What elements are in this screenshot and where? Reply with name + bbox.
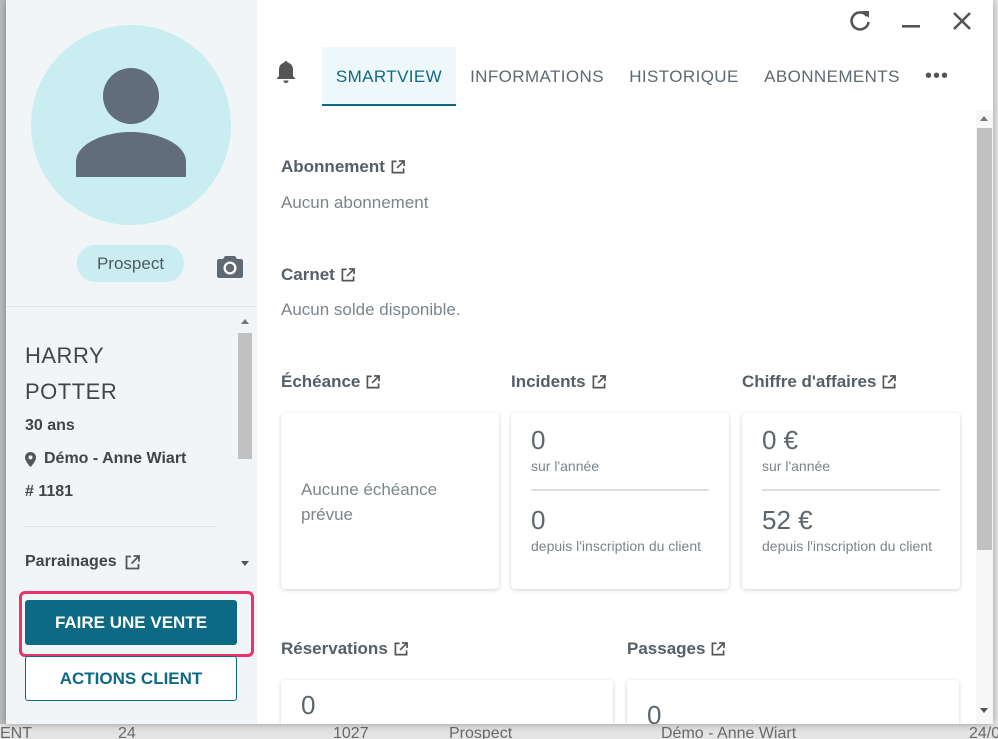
carnet-text: Aucun solde disponible. [281,300,461,319]
passages-link[interactable]: Passages [627,639,726,659]
client-actions-button[interactable]: ACTIONS CLIENT [25,656,237,701]
ca-total-value: 52 € [762,505,813,535]
echeance-link[interactable]: Échéance [281,372,381,392]
reservations-link[interactable]: Réservations [281,639,408,659]
section-title: Échéance [281,372,361,391]
main-scrollbar[interactable] [976,110,993,724]
tab-historique[interactable]: HISTORIQUE [622,47,746,106]
ca-year-label: sur l'année [762,458,831,474]
client-first-name: HARRY [25,343,105,368]
section-title: Abonnement [281,157,385,176]
scroll-down-icon[interactable] [980,708,988,713]
divider [531,489,709,491]
client-sidebar: Prospect HARRY POTTER 30 ans Démo - Anne… [6,0,257,724]
user-icon [76,68,186,177]
ca-year-value: 0 € [762,425,799,455]
incidents-year-value: 0 [531,425,546,455]
incidents-link[interactable]: Incidents [511,372,606,392]
reservations-value: 0 [301,690,316,720]
section-title: Incidents [511,372,586,391]
location-pin-icon [25,451,36,467]
background-cell: 1027 [333,725,369,739]
incidents-total-label: depuis l'inscription du client [531,538,701,554]
close-icon[interactable] [949,8,975,34]
section-title: Chiffre d'affaires [742,372,877,391]
client-age: 30 ans [25,417,75,434]
external-link-icon [394,642,408,656]
external-link-icon [366,375,381,389]
scroll-thumb[interactable] [238,333,252,459]
minimize-icon[interactable] [898,8,924,34]
avatar[interactable] [31,25,231,225]
external-link-icon [391,160,405,174]
client-location-label: Démo - Anne Wiart [44,450,187,467]
scroll-up-icon[interactable] [980,116,988,121]
external-link-icon [125,554,140,569]
client-info-scroll[interactable]: HARRY POTTER 30 ans Démo - Anne Wiart # … [6,313,257,575]
chiffre-affaires-link[interactable]: Chiffre d'affaires [742,372,897,392]
incidents-year-label: sur l'année [531,458,600,474]
more-tabs-icon[interactable]: ••• [925,65,949,88]
carnet-link[interactable]: Carnet [281,265,355,285]
parrainages-link[interactable]: Parrainages [25,553,140,571]
background-cell: ENT [0,725,32,739]
divider [25,526,216,527]
client-location: Démo - Anne Wiart [25,450,186,468]
refresh-icon[interactable] [847,8,873,34]
client-dialog: Prospect HARRY POTTER 30 ans Démo - Anne… [6,0,993,724]
divider [6,306,257,307]
external-link-icon [341,268,355,282]
section-title: Réservations [281,639,388,658]
background-table-row: ENT 24 1027 Prospect Démo - Anne Wiart 2… [0,724,998,739]
passages-value: 0 [647,700,662,724]
reservations-card: 0 [281,680,613,724]
background-cell: Prospect [449,725,513,739]
client-main-panel: SMARTVIEW INFORMATIONS HISTORIQUE ABONNE… [257,0,993,724]
echeance-empty-text: Aucune échéance prévue [301,480,438,524]
section-title: Passages [627,639,706,658]
camera-icon[interactable] [217,254,243,278]
incidents-card: 0 sur l'année 0 depuis l'inscription du … [511,413,729,589]
bell-icon[interactable] [274,59,298,85]
client-last-name: POTTER [25,379,118,404]
tab-informations[interactable]: INFORMATIONS [462,47,612,106]
background-cell: 24/0 [969,725,998,739]
make-sale-button[interactable]: FAIRE UNE VENTE [25,600,237,645]
background-cell: 24 [118,725,136,739]
external-link-icon [712,642,726,656]
parrainages-label: Parrainages [25,553,117,570]
external-link-icon [882,375,897,389]
abonnement-text: Aucun abonnement [281,193,429,212]
scroll-thumb[interactable] [977,128,992,550]
sidebar-scrollbar[interactable] [237,313,253,575]
scroll-up-icon[interactable] [241,319,249,324]
external-link-icon [592,375,606,389]
section-title: Carnet [281,265,335,284]
echeance-card: Aucune échéance prévue [281,413,499,589]
divider [762,489,940,491]
client-number: # 1181 [25,483,74,500]
tab-abonnements[interactable]: ABONNEMENTS [756,47,908,106]
status-badge: Prospect [77,245,184,282]
incidents-total-value: 0 [531,505,546,535]
tab-smartview[interactable]: SMARTVIEW [322,47,456,106]
abonnement-link[interactable]: Abonnement [281,157,405,177]
background-cell: Démo - Anne Wiart [661,725,797,739]
scroll-down-icon[interactable] [241,561,249,566]
passages-card: 0 [627,680,959,724]
chiffre-affaires-card: 0 € sur l'année 52 € depuis l'inscriptio… [742,413,960,589]
ca-total-label: depuis l'inscription du client [762,538,932,554]
